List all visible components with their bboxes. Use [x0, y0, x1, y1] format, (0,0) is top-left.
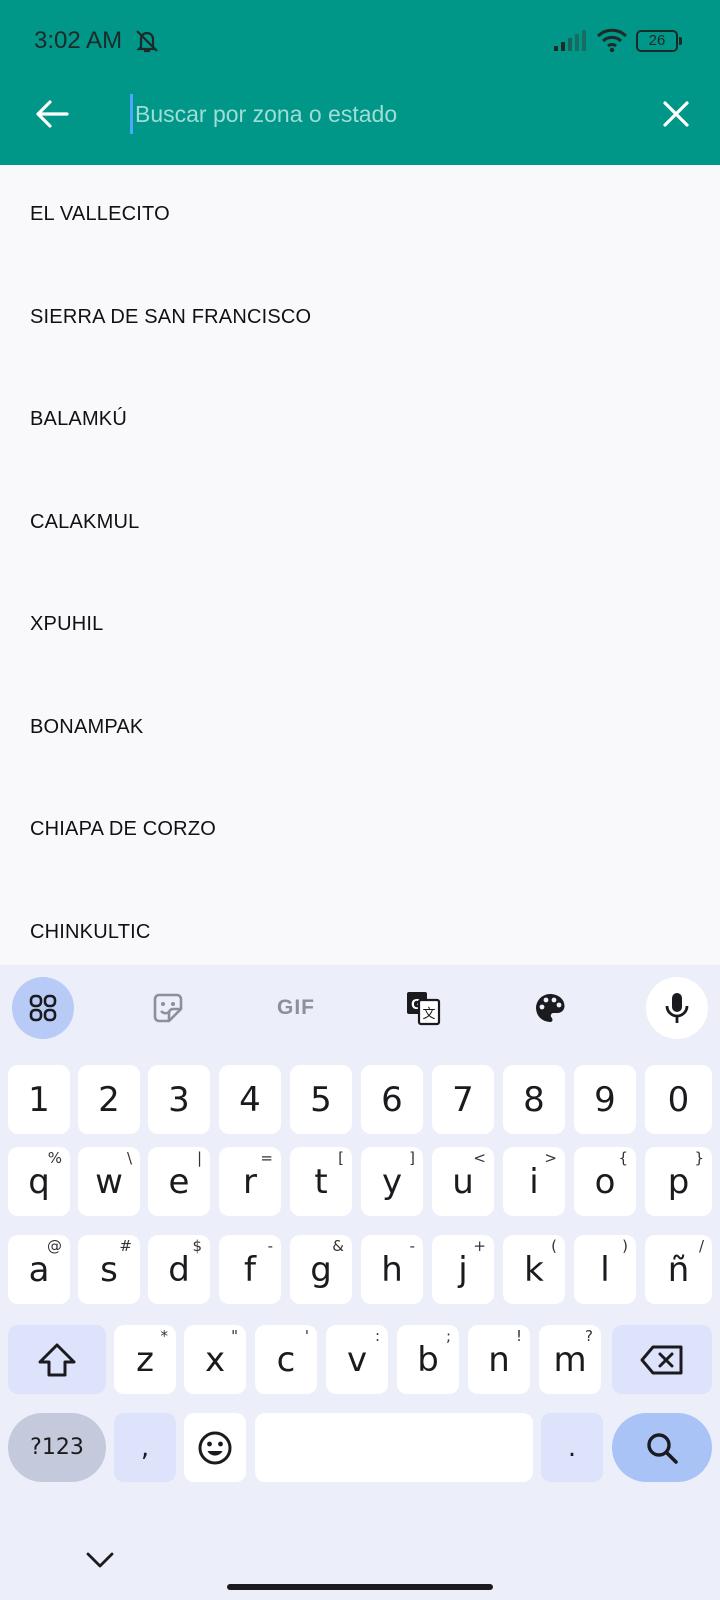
app-header: 3:02 AM 26 — [0, 0, 720, 165]
apps-grid-icon — [29, 994, 57, 1022]
arrow-left-icon — [36, 100, 69, 128]
key-z[interactable]: z * — [114, 1325, 176, 1394]
translate-icon: G 文 — [407, 992, 441, 1026]
home-indicator[interactable] — [227, 1584, 493, 1590]
result-item[interactable]: SIERRA DE SAN FRANCISCO — [0, 268, 720, 371]
gif-button[interactable]: GIF — [265, 977, 327, 1039]
key-7[interactable]: 7 — [432, 1065, 494, 1134]
navigation-bar — [0, 1535, 720, 1600]
svg-text:文: 文 — [422, 1007, 435, 1022]
key-i[interactable]: i > — [503, 1147, 565, 1216]
signal-icon — [554, 30, 586, 51]
battery-icon: 26 — [636, 30, 682, 52]
back-button[interactable] — [30, 92, 74, 136]
results-list: EL VALLECITO SIERRA DE SAN FRANCISCO BAL… — [0, 165, 720, 965]
key-s[interactable]: s # — [78, 1235, 140, 1304]
key-r[interactable]: r = — [219, 1147, 281, 1216]
emoji-icon — [198, 1431, 232, 1464]
key-q[interactable]: q% — [8, 1147, 70, 1216]
result-item[interactable]: BONAMPAK — [0, 678, 720, 781]
mute-icon — [136, 30, 158, 53]
result-item[interactable]: BALAMKÚ — [0, 370, 720, 473]
key-a[interactable]: a @ — [8, 1235, 70, 1304]
key-t[interactable]: t[ — [290, 1147, 352, 1216]
sticker-icon — [153, 993, 183, 1023]
result-item[interactable]: CHINKULTIC — [0, 883, 720, 966]
period-key[interactable]: . — [541, 1413, 603, 1482]
backspace-icon — [640, 1345, 683, 1374]
backspace-key[interactable] — [612, 1325, 712, 1394]
sticker-button[interactable] — [137, 977, 199, 1039]
emoji-key[interactable] — [184, 1413, 246, 1482]
key-enye[interactable]: ñ / — [645, 1235, 712, 1304]
apps-grid-button[interactable] — [12, 977, 74, 1039]
key-2[interactable]: 2 — [78, 1065, 140, 1134]
result-item[interactable]: EL VALLECITO — [0, 165, 720, 268]
comma-key[interactable]: , — [114, 1413, 176, 1482]
search-input[interactable] — [130, 94, 630, 134]
theme-button[interactable] — [519, 977, 581, 1039]
result-item[interactable]: XPUHIL — [0, 575, 720, 678]
key-c[interactable]: c ' — [255, 1325, 317, 1394]
status-time: 3:02 AM — [34, 27, 123, 54]
key-u[interactable]: u < — [432, 1147, 494, 1216]
key-k[interactable]: k( — [503, 1235, 565, 1304]
key-g[interactable]: g & — [290, 1235, 352, 1304]
key-d[interactable]: d $ — [148, 1235, 210, 1304]
search-toolbar — [0, 82, 720, 165]
key-6[interactable]: 6 — [361, 1065, 423, 1134]
key-n[interactable]: n! — [468, 1325, 530, 1394]
key-v[interactable]: v: — [326, 1325, 388, 1394]
close-icon — [663, 101, 689, 127]
key-0[interactable]: 0 — [645, 1065, 712, 1134]
key-y[interactable]: y] — [361, 1147, 423, 1216]
key-5[interactable]: 5 — [290, 1065, 352, 1134]
key-1[interactable]: 1 — [8, 1065, 70, 1134]
chevron-down-icon — [86, 1552, 114, 1568]
key-p[interactable]: p} — [645, 1147, 712, 1216]
key-9[interactable]: 9 — [574, 1065, 636, 1134]
voice-input-button[interactable] — [646, 977, 708, 1039]
key-w[interactable]: w \ — [78, 1147, 140, 1216]
key-f[interactable]: f- — [219, 1235, 281, 1304]
battery-level: 26 — [636, 30, 678, 52]
status-bar: 3:02 AM 26 — [0, 0, 720, 82]
hide-keyboard-button[interactable] — [82, 1545, 118, 1575]
microphone-icon — [665, 993, 689, 1023]
symbols-key[interactable]: ?123 — [8, 1413, 106, 1482]
key-8[interactable]: 8 — [503, 1065, 565, 1134]
key-4[interactable]: 4 — [219, 1065, 281, 1134]
key-e[interactable]: e | — [148, 1147, 210, 1216]
search-icon — [647, 1432, 678, 1464]
key-l[interactable]: l) — [574, 1235, 636, 1304]
shift-key[interactable] — [8, 1325, 106, 1394]
soft-keyboard: GIF G 文 1 2 3 4 5 6 7 8 9 0 q % w \ e | … — [0, 965, 720, 1600]
palette-icon — [536, 994, 565, 1022]
clear-search-button[interactable] — [654, 92, 698, 136]
keyboard-toolbar: GIF G 文 — [0, 965, 720, 1045]
key-h[interactable]: h- — [361, 1235, 423, 1304]
wifi-icon — [596, 28, 628, 53]
key-3[interactable]: 3 — [148, 1065, 210, 1134]
translate-button[interactable]: G 文 — [392, 977, 454, 1039]
result-item[interactable]: CALAKMUL — [0, 473, 720, 576]
key-m[interactable]: m? — [539, 1325, 601, 1394]
result-item[interactable]: CHIAPA DE CORZO — [0, 780, 720, 883]
key-x[interactable]: x " — [184, 1325, 246, 1394]
shift-icon — [38, 1343, 76, 1376]
key-b[interactable]: b; — [397, 1325, 459, 1394]
search-key[interactable] — [612, 1413, 712, 1482]
space-key[interactable] — [255, 1413, 533, 1482]
key-o[interactable]: o{ — [574, 1147, 636, 1216]
key-j[interactable]: j + — [432, 1235, 494, 1304]
